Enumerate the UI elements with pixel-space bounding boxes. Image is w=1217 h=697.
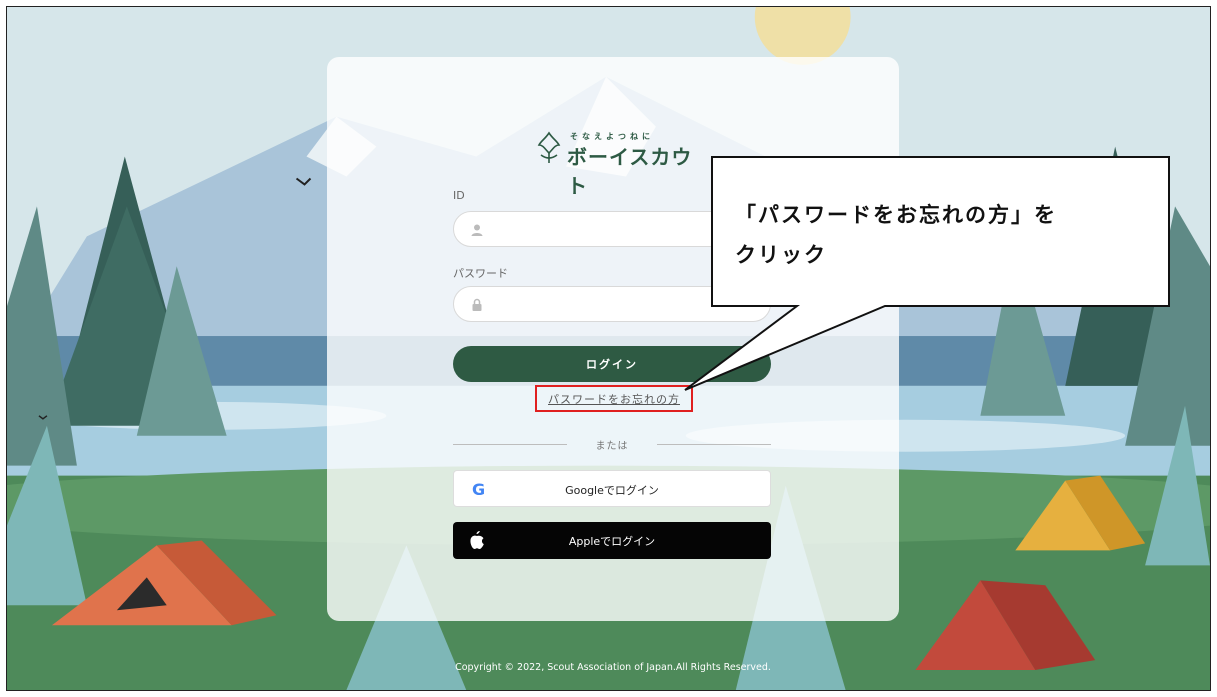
divider-line-right bbox=[657, 444, 771, 445]
forgot-password-link[interactable]: パスワードをお忘れの方 bbox=[548, 391, 680, 407]
id-label: ID bbox=[453, 189, 465, 202]
screenshot-frame: そなえよつねに ボーイスカウト ID パスワード ログイン パスワードをお忘れの… bbox=[6, 6, 1211, 691]
google-login-label: Googleでログイン bbox=[565, 484, 659, 497]
forgot-password-highlight: パスワードをお忘れの方 bbox=[535, 385, 693, 412]
login-card: そなえよつねに ボーイスカウト ID パスワード ログイン パスワードをお忘れの… bbox=[327, 57, 899, 621]
apple-login-button[interactable]: Appleでログイン bbox=[453, 522, 771, 559]
lock-icon bbox=[472, 298, 482, 311]
divider: または bbox=[453, 437, 771, 452]
user-icon bbox=[471, 224, 483, 236]
apple-login-label: Appleでログイン bbox=[568, 535, 656, 548]
callout-text: 「パスワードをお忘れの方」を クリック bbox=[712, 157, 1169, 306]
callout-line-1: 「パスワードをお忘れの方」を bbox=[735, 203, 1057, 227]
logo-title: ボーイスカウト bbox=[567, 145, 693, 198]
callout-line-2: クリック bbox=[735, 243, 827, 267]
logo: そなえよつねに ボーイスカウト bbox=[535, 129, 705, 198]
login-button[interactable]: ログイン bbox=[453, 346, 771, 382]
copyright: Copyright © 2022, Scout Association of J… bbox=[455, 662, 771, 673]
google-login-button[interactable]: G Googleでログイン bbox=[453, 470, 771, 507]
password-label: パスワード bbox=[453, 267, 508, 280]
scout-emblem-icon bbox=[537, 131, 561, 163]
